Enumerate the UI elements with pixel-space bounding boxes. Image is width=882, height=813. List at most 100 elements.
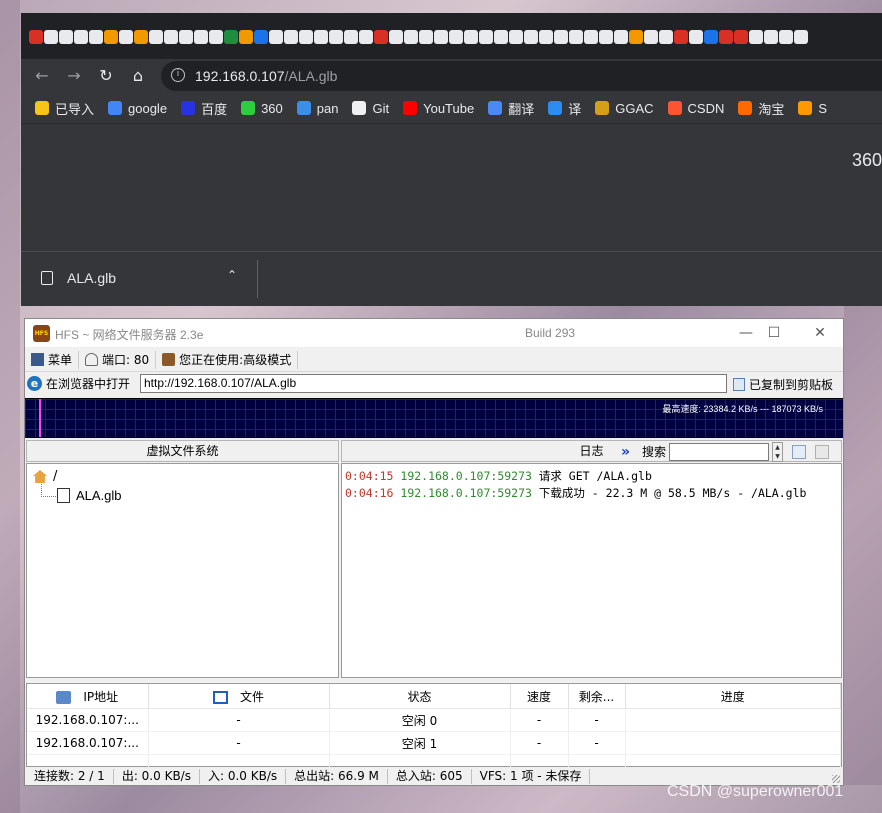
address-bar[interactable]: i 192.168.0.107/ALA.glb: [161, 61, 882, 91]
tab-favicon-icon[interactable]: [419, 30, 433, 44]
tab-favicon-icon[interactable]: [29, 30, 43, 44]
home-button[interactable]: ⌂: [127, 65, 149, 87]
tab-favicon-icon[interactable]: [254, 30, 268, 44]
bookmark-item[interactable]: CSDN: [667, 101, 724, 116]
column-header[interactable]: 剩余...: [568, 684, 626, 709]
tab-favicon-icon[interactable]: [344, 30, 358, 44]
tab-favicon-icon[interactable]: [239, 30, 253, 44]
tab-favicon-icon[interactable]: [359, 30, 373, 44]
column-header[interactable]: 文件: [148, 684, 330, 709]
bookmark-item[interactable]: GGAC: [595, 101, 654, 116]
forward-button[interactable]: →: [63, 65, 85, 87]
log-body[interactable]: 0:04:15 192.168.0.107:59273 请求 GET /ALA.…: [341, 463, 842, 678]
search-input[interactable]: [669, 443, 770, 461]
tab-favicon-icon[interactable]: [569, 30, 583, 44]
tab-favicon-icon[interactable]: [524, 30, 538, 44]
status-vfs[interactable]: VFS: 1 项 - 未保存: [472, 769, 591, 784]
tab-favicon-icon[interactable]: [554, 30, 568, 44]
column-header[interactable]: 速度: [510, 684, 569, 709]
connections-table[interactable]: IP地址 文件 状态 速度 剩余... 进度 192.168.0.107:... - 空闲 0…: [26, 683, 842, 778]
tab-favicon-icon[interactable]: [59, 30, 73, 44]
tab-favicon-icon[interactable]: [764, 30, 778, 44]
table-row[interactable]: 192.168.0.107:... - 空闲 1--: [27, 731, 841, 755]
maximize-button[interactable]: ☐: [759, 323, 789, 343]
tab-favicon-icon[interactable]: [104, 30, 118, 44]
bookmark-item[interactable]: google: [108, 101, 167, 116]
tab-favicon-icon[interactable]: [209, 30, 223, 44]
port-button[interactable]: 端口: 80: [79, 350, 157, 369]
tab-favicon-icon[interactable]: [44, 30, 58, 44]
download-item[interactable]: ALA.glb: [41, 270, 116, 286]
tab-favicon-icon[interactable]: [779, 30, 793, 44]
minimize-button[interactable]: —: [731, 323, 761, 343]
bookmark-item[interactable]: pan: [296, 101, 338, 116]
table-row[interactable]: 192.168.0.107:... - 空闲 0--: [27, 708, 841, 732]
menu-button[interactable]: 菜单: [25, 350, 80, 369]
bookmark-item[interactable]: 译: [548, 99, 581, 118]
back-button[interactable]: ←: [31, 65, 53, 87]
bookmark-item[interactable]: 百度: [181, 99, 227, 118]
tab-favicon-icon[interactable]: [734, 30, 748, 44]
tab-favicon-icon[interactable]: [539, 30, 553, 44]
tab-favicon-icon[interactable]: [329, 30, 343, 44]
address-text[interactable]: 192.168.0.107/ALA.glb: [195, 68, 337, 84]
expand-icon[interactable]: »: [621, 442, 630, 462]
tab-favicon-icon[interactable]: [629, 30, 643, 44]
tab-favicon-icon[interactable]: [509, 30, 523, 44]
tab-favicon-icon[interactable]: [674, 30, 688, 44]
tab-favicon-icon[interactable]: [614, 30, 628, 44]
tab-favicon-icon[interactable]: [389, 30, 403, 44]
tab-favicon-icon[interactable]: [224, 30, 238, 44]
bookmark-item[interactable]: YouTube: [403, 101, 474, 116]
clear-log-icon[interactable]: [815, 445, 830, 459]
open-in-browser-button[interactable]: e 在浏览器中打开: [27, 375, 130, 392]
tab-favicon-icon[interactable]: [689, 30, 703, 44]
tab-favicon-icon[interactable]: [719, 30, 733, 44]
copy-log-icon[interactable]: [792, 445, 807, 459]
tab-favicon-icon[interactable]: [314, 30, 328, 44]
resize-grip-icon[interactable]: [832, 775, 840, 783]
tab-favicon-icon[interactable]: [659, 30, 673, 44]
bookmark-item[interactable]: 淘宝: [738, 99, 784, 118]
mode-button[interactable]: 您正在使用:高级模式: [156, 350, 299, 369]
column-header[interactable]: 状态: [329, 684, 511, 709]
url-field[interactable]: http://192.168.0.107/ALA.glb: [140, 374, 727, 393]
copy-to-clipboard-button[interactable]: 已复制到剪贴板: [733, 376, 833, 393]
tab-favicon-icon[interactable]: [644, 30, 658, 44]
tab-favicon-icon[interactable]: [149, 30, 163, 44]
tab-favicon-icon[interactable]: [179, 30, 193, 44]
tab-favicon-icon[interactable]: [119, 30, 133, 44]
spin-buttons[interactable]: ▲ ▼: [772, 442, 784, 462]
tab-favicon-icon[interactable]: [299, 30, 313, 44]
tab-favicon-icon[interactable]: [74, 30, 88, 44]
tab-favicon-icon[interactable]: [164, 30, 178, 44]
vfs-root-item[interactable]: /: [33, 469, 57, 484]
tab-favicon-icon[interactable]: [374, 30, 388, 44]
vfs-file-item[interactable]: ALA.glb: [57, 488, 122, 503]
close-button[interactable]: ✕: [805, 323, 835, 343]
title-bar[interactable]: HFS HFS ~ 网络文件服务器 2.3e Build 293 — ☐ ✕: [25, 319, 843, 347]
column-header[interactable]: 进度: [625, 684, 841, 709]
tab-favicon-icon[interactable]: [464, 30, 478, 44]
tab-favicon-icon[interactable]: [479, 30, 493, 44]
vfs-tree[interactable]: / ALA.glb: [26, 463, 339, 678]
pinned-tabs[interactable]: [29, 30, 808, 44]
tab-favicon-icon[interactable]: [494, 30, 508, 44]
tab-favicon-icon[interactable]: [434, 30, 448, 44]
bookmark-item[interactable]: 翻译: [488, 99, 534, 118]
tab-favicon-icon[interactable]: [269, 30, 283, 44]
tab-favicon-icon[interactable]: [404, 30, 418, 44]
tab-favicon-icon[interactable]: [749, 30, 763, 44]
tab-favicon-icon[interactable]: [584, 30, 598, 44]
bookmark-item[interactable]: Git: [352, 101, 389, 116]
tab-favicon-icon[interactable]: [194, 30, 208, 44]
chevron-up-icon[interactable]: ⌃: [227, 268, 237, 282]
tab-favicon-icon[interactable]: [449, 30, 463, 44]
site-info-icon[interactable]: i: [171, 68, 185, 82]
tab-favicon-icon[interactable]: [794, 30, 808, 44]
reload-button[interactable]: ↻: [95, 65, 117, 87]
column-header[interactable]: IP地址: [27, 684, 149, 709]
bookmark-item[interactable]: 已导入: [35, 99, 94, 118]
tab-favicon-icon[interactable]: [89, 30, 103, 44]
tab-favicon-icon[interactable]: [599, 30, 613, 44]
